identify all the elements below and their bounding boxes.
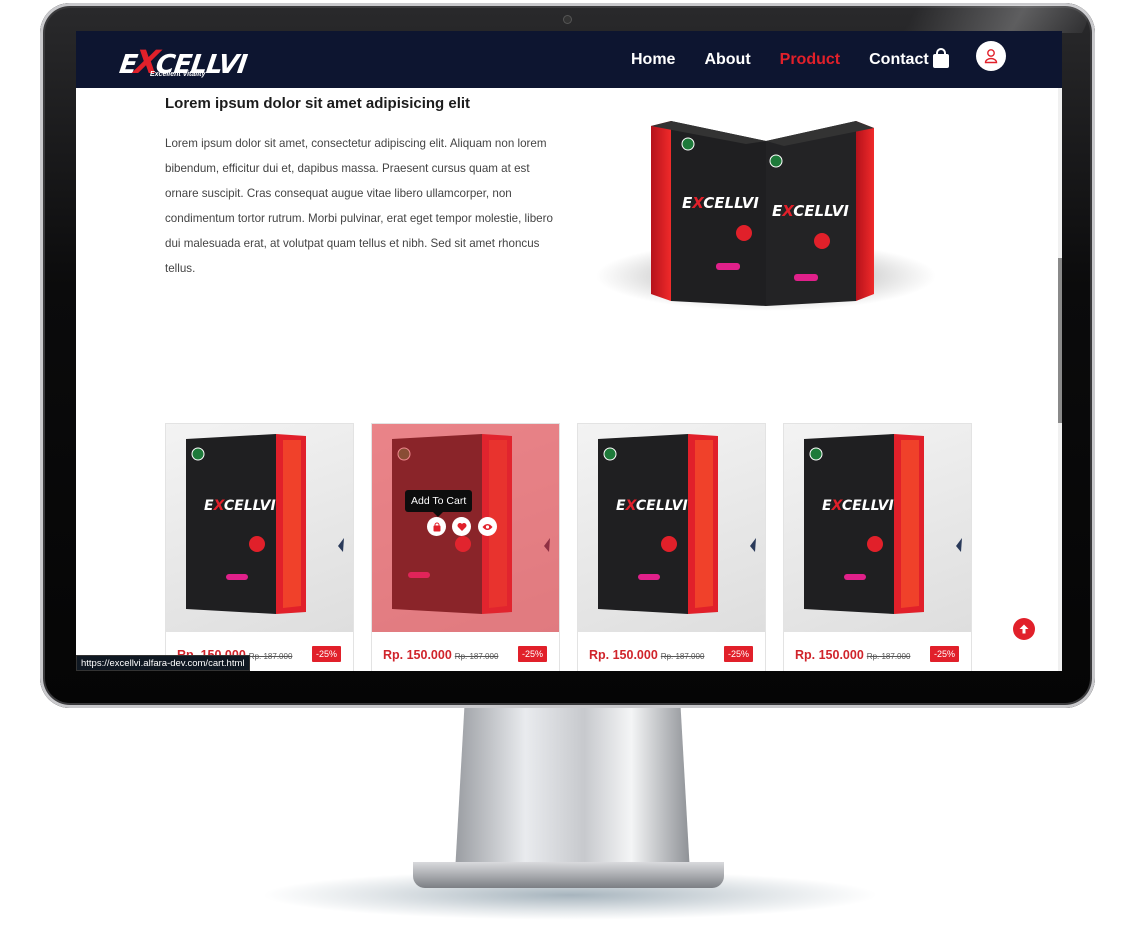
user-icon: [984, 49, 998, 64]
svg-text:EXCELLVI: EXCELLVI: [682, 194, 759, 212]
bezel-highlight: [901, 5, 1099, 33]
navbar: EXCELLVI Excellent Vitality Home About P…: [76, 31, 1062, 88]
product-price: Rp. 150.000: [795, 648, 864, 662]
product-card[interactable]: Add To Cart Rp. 150.000 Rp. 187.000 -25%: [371, 423, 560, 671]
add-to-cart-button[interactable]: [427, 517, 446, 536]
scroll-to-top-button[interactable]: [1013, 618, 1035, 640]
section-paragraph: Lorem ipsum dolor sit amet, consectetur …: [165, 137, 553, 275]
product-image[interactable]: EXCELLVI: [784, 424, 971, 632]
shopping-bag-icon[interactable]: [932, 48, 950, 68]
product-old-price: Rp. 187.000: [248, 652, 293, 661]
discount-badge: -25%: [929, 646, 959, 662]
logo-tagline: Excellent Vitality: [150, 71, 206, 78]
product-price: Rp. 150.000: [383, 648, 452, 662]
monitor-stand: [455, 707, 690, 873]
heart-icon: [457, 522, 466, 531]
wishlist-button[interactable]: [452, 517, 471, 536]
product-old-price: Rp. 187.000: [454, 652, 499, 661]
monitor-mockup: EXCELLVI Excellent Vitality Home About P…: [0, 0, 1135, 927]
page-scrollbar[interactable]: [1058, 88, 1062, 671]
product-card[interactable]: EXCELLVI Rp. 150.000 Rp. 187.000 -25%: [577, 423, 766, 671]
product-old-price: Rp. 187.000: [866, 652, 911, 661]
product-grid: EXCELLVI Rp. 150.000 Rp. 187.000 -25%: [165, 423, 975, 671]
product-image[interactable]: EXCELLVI: [578, 424, 765, 632]
nav-item-home[interactable]: Home: [631, 51, 675, 69]
nav-item-product[interactable]: Product: [780, 51, 840, 69]
nav-item-contact[interactable]: Contact: [869, 51, 929, 69]
nav-menu: Home About Product Contact: [631, 31, 958, 88]
nav-item-about[interactable]: About: [704, 51, 750, 69]
svg-text:EXCELLVI: EXCELLVI: [204, 498, 276, 514]
price-row: Rp. 150.000 Rp. 187.000: [795, 648, 910, 662]
price-row: Rp. 150.000 Rp. 187.000: [589, 648, 704, 662]
section-heading: Lorem ipsum dolor sit amet adipisicing e…: [165, 95, 471, 112]
browser-screen: EXCELLVI Excellent Vitality Home About P…: [76, 31, 1062, 671]
status-bar-url: https://excellvi.alfara-dev.com/cart.htm…: [76, 655, 250, 671]
product-card[interactable]: EXCELLVI Rp. 150.000 Rp. 187.000 -25%: [783, 423, 972, 671]
hero-product-image: EXCELLVI EXCELLVI: [596, 116, 936, 326]
product-image[interactable]: EXCELLVI: [166, 424, 353, 632]
camera-dot: [564, 16, 571, 23]
product-hover-overlay: Add To Cart: [372, 424, 559, 632]
monitor-base: [413, 862, 724, 888]
price-row: Rp. 150.000 Rp. 187.000: [383, 648, 498, 662]
user-account-button[interactable]: [976, 41, 1006, 71]
add-to-cart-tooltip: Add To Cart: [405, 490, 473, 517]
scrollbar-thumb[interactable]: [1058, 258, 1062, 423]
product-price: Rp. 150.000: [589, 648, 658, 662]
discount-badge: -25%: [311, 646, 341, 662]
eye-icon: [482, 523, 493, 530]
discount-badge: -25%: [723, 646, 753, 662]
bag-icon: [433, 522, 440, 531]
svg-text:EXCELLVI: EXCELLVI: [616, 498, 688, 514]
product-old-price: Rp. 187.000: [660, 652, 705, 661]
product-card[interactable]: EXCELLVI Rp. 150.000 Rp. 187.000 -25%: [165, 423, 354, 671]
discount-badge: -25%: [517, 646, 547, 662]
svg-text:EXCELLVI: EXCELLVI: [772, 202, 849, 220]
quick-view-button[interactable]: [478, 517, 497, 536]
brand-logo[interactable]: EXCELLVI Excellent Vitality: [117, 41, 248, 81]
arrow-up-circle-icon: [1019, 624, 1029, 634]
svg-text:EXCELLVI: EXCELLVI: [822, 498, 894, 514]
